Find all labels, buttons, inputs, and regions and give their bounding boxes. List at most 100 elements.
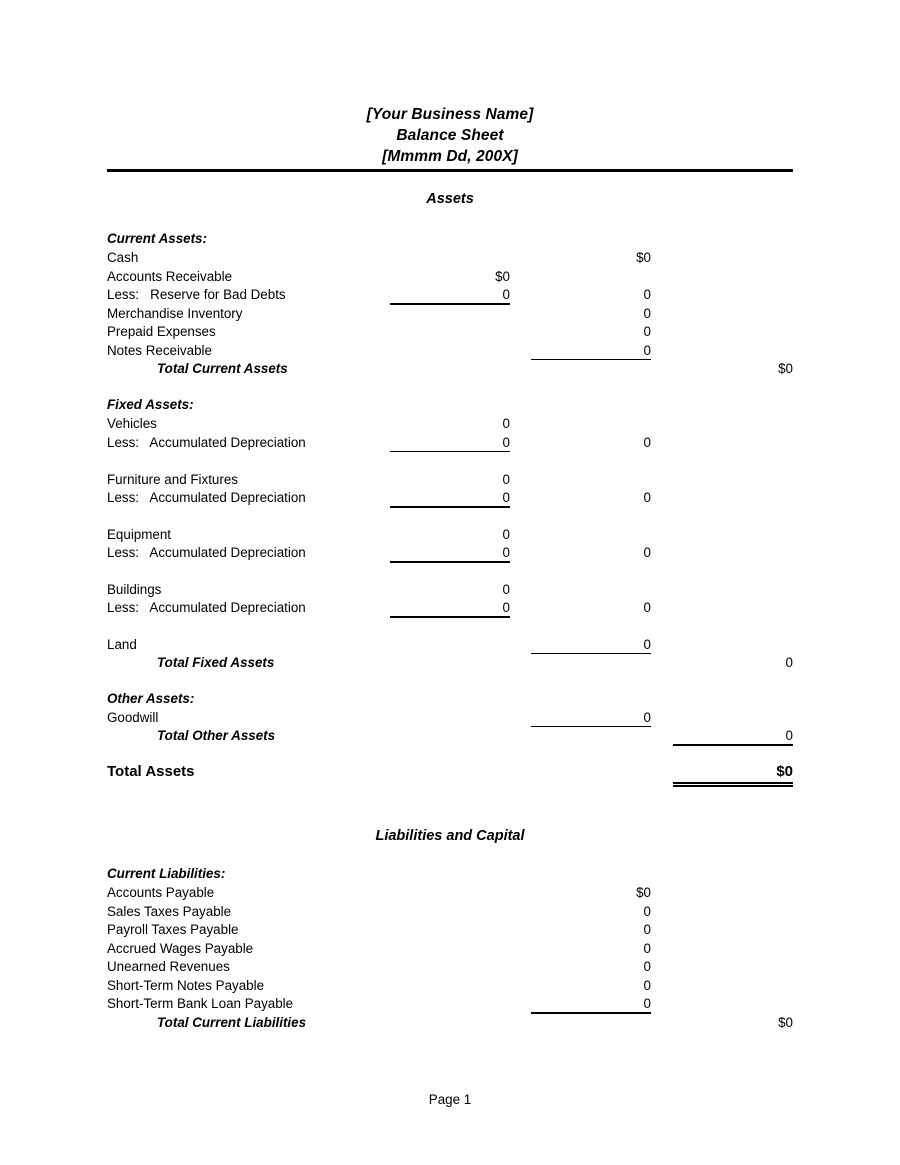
subtotal-underline <box>390 561 510 563</box>
row-label: Less: Reserve for Bad Debts <box>107 287 286 302</box>
table-row: Land 0 <box>107 636 793 655</box>
table-row: Short-Term Notes Payable 0 <box>107 977 793 996</box>
row-value-col1: 0 <box>502 600 510 615</box>
row-label: Short-Term Bank Loan Payable <box>107 996 294 1011</box>
table-row: Less: Accumulated Depreciation 0 0 <box>107 599 793 618</box>
row-value-col2: 0 <box>643 305 651 321</box>
report-date-line: [Mmmm Dd, 200X] <box>382 148 518 165</box>
table-row: Unearned Revenues 0 <box>107 958 793 977</box>
table-row: Accrued Wages Payable 0 <box>107 940 793 959</box>
table-row: Prepaid Expenses 0 <box>107 323 793 342</box>
total-label: Total Other Assets <box>157 728 276 743</box>
table-row: Buildings 0 <box>107 581 793 600</box>
row-label: Less: Accumulated Depreciation <box>107 490 306 505</box>
table-row: Payroll Taxes Payable 0 <box>107 921 793 940</box>
table-row: Short-Term Bank Loan Payable 0 <box>107 995 793 1014</box>
row-label: Equipment <box>107 526 172 542</box>
row-label: Payroll Taxes Payable <box>107 922 239 937</box>
total-other-assets-row: Total Other Assets 0 <box>107 727 793 746</box>
table-row: Less: Accumulated Depreciation 0 0 <box>107 434 793 453</box>
document-title-block: [Your Business Name] Balance Sheet [Mmmm… <box>107 104 793 167</box>
row-label: Less: Accumulated Depreciation <box>107 434 306 450</box>
total-label: Total Current Liabilities <box>157 1014 307 1030</box>
table-row: Goodwill 0 <box>107 709 793 728</box>
row-label: Sales Taxes Payable <box>107 903 232 919</box>
row-label: Merchandise Inventory <box>107 305 243 321</box>
total-value-col3: $0 <box>778 1014 793 1030</box>
grand-total-value: $0 <box>776 763 793 780</box>
subtotal-underline <box>390 506 510 508</box>
report-name-line: Balance Sheet <box>396 127 504 144</box>
row-label: Goodwill <box>107 709 159 725</box>
row-value-col1: 0 <box>502 545 510 560</box>
table-row: Less: Reserve for Bad Debts 0 0 <box>107 286 793 305</box>
table-row: Less: Accumulated Depreciation 0 0 <box>107 489 793 508</box>
row-label: Furniture and Fixtures <box>107 471 238 487</box>
row-value-col2: 0 <box>643 600 651 615</box>
row-value-col1: 0 <box>502 434 510 450</box>
row-value-col1: 0 <box>502 581 510 597</box>
row-value-col2: 0 <box>643 636 651 652</box>
row-value-col2: $0 <box>636 250 651 265</box>
total-assets-row: Total Assets $0 <box>107 763 793 787</box>
row-label: Buildings <box>107 581 162 597</box>
row-value-col2: 0 <box>643 324 651 339</box>
row-value-col2: 0 <box>643 903 651 919</box>
total-value-col3: 0 <box>785 728 793 743</box>
row-label: Accrued Wages Payable <box>107 940 254 956</box>
liabilities-section-heading: Liabilities and Capital <box>375 828 525 844</box>
row-value-col2: 0 <box>643 940 651 956</box>
row-value-col2: 0 <box>643 287 651 302</box>
row-label: Cash <box>107 250 139 265</box>
total-label: Total Fixed Assets <box>157 655 275 670</box>
grand-total-double-underline <box>673 782 793 787</box>
row-label: Prepaid Expenses <box>107 324 216 339</box>
table-row: Merchandise Inventory 0 <box>107 305 793 324</box>
total-value-col3: 0 <box>785 655 793 670</box>
row-label: Short-Term Notes Payable <box>107 977 265 993</box>
current-liabilities-group-label: Current Liabilities: <box>107 866 226 881</box>
row-label: Less: Accumulated Depreciation <box>107 545 306 560</box>
business-name-line: [Your Business Name] <box>366 106 534 123</box>
table-row: Equipment 0 <box>107 526 793 545</box>
table-row: Sales Taxes Payable 0 <box>107 903 793 922</box>
row-value-col1: $0 <box>495 268 510 284</box>
current-assets-group-label: Current Assets: <box>107 231 207 246</box>
table-row: Less: Accumulated Depreciation 0 0 <box>107 544 793 563</box>
row-value-col1: 0 <box>502 526 510 542</box>
row-value-col1: 0 <box>502 287 510 302</box>
row-value-col1: 0 <box>502 471 510 487</box>
table-row: Vehicles 0 <box>107 415 793 434</box>
row-value-col2: 0 <box>643 959 651 974</box>
row-label: Vehicles <box>107 416 157 431</box>
total-current-assets-row: Total Current Assets $0 <box>107 360 793 379</box>
current-liabilities-group-header: Current Liabilities: <box>107 865 793 884</box>
table-row: Cash $0 <box>107 249 793 268</box>
row-value-col2: 0 <box>643 709 651 725</box>
assets-section-heading: Assets <box>426 191 474 207</box>
row-value-col2: 0 <box>643 922 651 937</box>
table-row: Accounts Receivable $0 <box>107 268 793 287</box>
balance-sheet-page: [Your Business Name] Balance Sheet [Mmmm… <box>0 0 900 1165</box>
row-value-col1: 0 <box>502 490 510 505</box>
total-current-liabilities-row: Total Current Liabilities $0 <box>107 1014 793 1033</box>
table-row: Notes Receivable 0 <box>107 342 793 361</box>
row-value-col2: $0 <box>636 885 651 900</box>
header-divider <box>107 169 793 172</box>
row-value-col2: 0 <box>643 434 651 450</box>
total-value-col3: $0 <box>778 361 793 376</box>
row-label: Accounts Payable <box>107 885 215 900</box>
total-fixed-assets-row: Total Fixed Assets 0 <box>107 654 793 673</box>
table-row: Furniture and Fixtures 0 <box>107 471 793 490</box>
row-value-col2: 0 <box>643 977 651 993</box>
row-label: Unearned Revenues <box>107 959 230 974</box>
fixed-assets-group-header: Fixed Assets: <box>107 396 793 415</box>
row-label: Land <box>107 636 137 652</box>
other-assets-group-label: Other Assets: <box>107 691 195 706</box>
row-value-col2: 0 <box>643 342 651 358</box>
current-assets-group-header: Current Assets: <box>107 230 793 249</box>
subtotal-underline <box>390 450 510 453</box>
row-value-col1: 0 <box>502 416 510 431</box>
total-label: Total Current Assets <box>157 361 288 376</box>
row-label: Less: Accumulated Depreciation <box>107 600 306 615</box>
